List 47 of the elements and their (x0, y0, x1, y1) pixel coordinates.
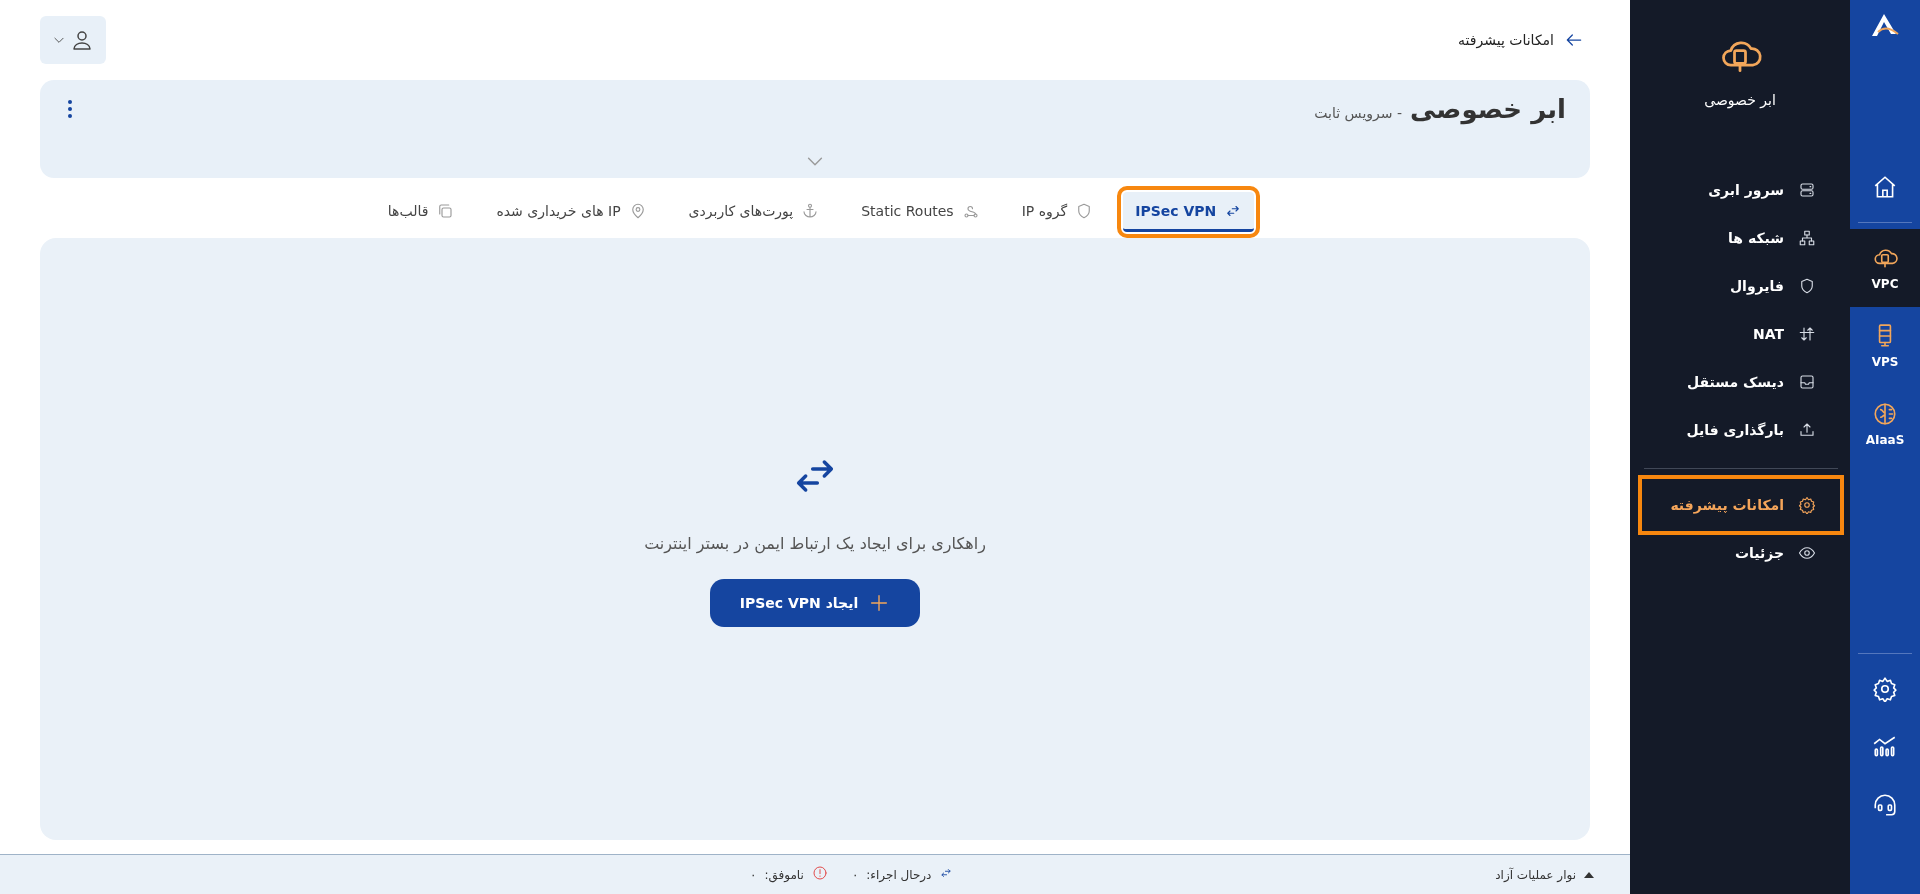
operations-bar-toggle[interactable]: نوار عملیات آزاد (1489, 866, 1600, 883)
running-count: ۰ (851, 867, 859, 882)
create-button[interactable]: ایجاد IPSec VPN (709, 579, 921, 627)
failed-label: ناموفق: (764, 867, 804, 882)
server-icon (1798, 181, 1816, 199)
failed-count: ۰ (750, 867, 757, 882)
headset-icon (1872, 792, 1898, 818)
sidebar-item[interactable]: سرور ابری (1644, 166, 1838, 214)
tab[interactable]: قالب‌ها (375, 192, 467, 232)
sidebar-title: ابر خصوصی (1704, 92, 1776, 108)
settings-icon (1872, 676, 1898, 702)
anchor-icon (801, 201, 820, 220)
sidebar-item[interactable]: امکانات پیشرفته (1644, 481, 1838, 529)
sidebar-item[interactable]: جزئیات (1644, 529, 1838, 577)
sidebar-item[interactable]: فایروال (1644, 262, 1838, 310)
rail-item[interactable]: VPC (1850, 229, 1920, 307)
swap-arrows-icon (939, 866, 954, 880)
inbox-icon (1798, 373, 1816, 391)
empty-state-message: راهکاری برای ایجاد یک ارتباط ایمن در بستر اینترنت (644, 534, 986, 553)
service-title: ابر خصوصی (1410, 94, 1566, 124)
network-icon (1798, 229, 1816, 247)
triangle-up-icon (1584, 871, 1594, 878)
account-button[interactable] (40, 16, 106, 64)
upload-icon (1798, 421, 1816, 439)
rail-item[interactable]: VPS (1850, 307, 1920, 385)
alert-circle-icon (811, 865, 828, 881)
back-link[interactable]: امکانات پیشرفته (1452, 29, 1590, 51)
logo-icon[interactable] (1870, 12, 1900, 38)
user-icon (70, 28, 94, 52)
home-icon (1872, 174, 1898, 200)
service-subtitle: - سرویس ثابت (1314, 105, 1402, 121)
sidebar-item[interactable]: دیسک مستقل (1644, 358, 1838, 406)
settings-icon (1798, 496, 1816, 514)
sidebar-item[interactable]: شبکه ها (1644, 214, 1838, 262)
tab[interactable]: پورت‌های کاربردی (676, 192, 832, 232)
sidebar-item[interactable]: بارگذاری فایل (1644, 406, 1838, 454)
copy-icon (436, 201, 455, 220)
transfer-arrows-icon (1798, 325, 1816, 343)
rail-item[interactable]: AIaaS (1850, 385, 1920, 463)
sidebar-item[interactable]: NAT (1644, 310, 1838, 358)
tab[interactable]: Static Routes (849, 192, 992, 232)
tab[interactable]: IP های خریداری شده (484, 192, 659, 232)
running-label: درحال اجراء: (866, 867, 932, 882)
shield-icon (1798, 277, 1816, 295)
brain-icon (1872, 401, 1898, 427)
tab[interactable]: گروه IP (1009, 192, 1106, 232)
eye-icon (1798, 544, 1816, 562)
